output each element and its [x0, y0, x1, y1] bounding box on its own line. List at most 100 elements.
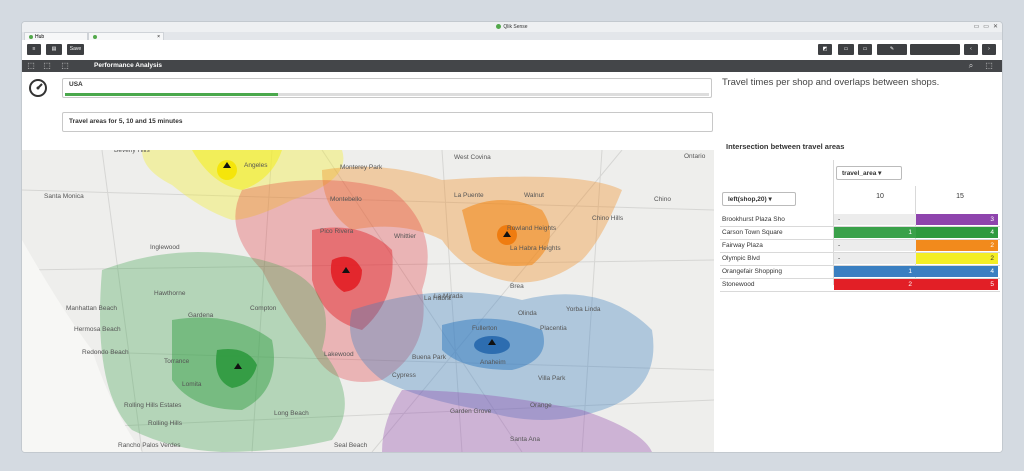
map-place-label: West Covina: [454, 154, 491, 161]
selection-fill: [65, 93, 278, 96]
map-place-label: Brea: [510, 283, 524, 290]
table-row[interactable]: Orangefair Shopping 1 4: [720, 266, 1000, 279]
cell-10[interactable]: 1: [834, 227, 916, 238]
qlik-logo-icon: [93, 34, 97, 39]
minimize-button[interactable]: ▭: [974, 23, 980, 30]
col-dimension-selector[interactable]: travel_area ▾: [836, 166, 902, 180]
map-place-label: Inglewood: [150, 244, 180, 251]
cell-10[interactable]: -: [834, 240, 916, 251]
map-place-label: Cypress: [392, 372, 416, 379]
window-title: Qlik Sense: [503, 24, 528, 30]
travel-area-filter[interactable]: Travel areas for 5, 10 and 15 minutes: [62, 112, 713, 132]
cell-10[interactable]: 2: [834, 279, 916, 290]
map-place-label: Pico Rivera: [320, 228, 354, 235]
travel-area-label: Travel areas for 5, 10 and 15 minutes: [69, 118, 183, 125]
cell-15[interactable]: 3: [916, 214, 998, 225]
map-place-label: Monterey Park: [340, 164, 383, 171]
map-chart[interactable]: Beverly Hills Angeles Monterey Park West Co…: [22, 150, 714, 452]
row-label[interactable]: Fairway Plaza: [722, 242, 830, 249]
prev-sheet-button[interactable]: ‹: [964, 44, 978, 55]
tab-hub[interactable]: Hub: [24, 32, 88, 40]
fullscreen-icon[interactable]: ⬚: [984, 61, 994, 71]
edit-button[interactable]: ✎: [877, 44, 907, 55]
map-place-label: Rolling Hills Estates: [124, 402, 182, 409]
cell-10[interactable]: -: [834, 214, 916, 225]
smart-search-icon[interactable]: ⬚: [26, 61, 36, 71]
filters-panel: USA Travel areas for 5, 10 and 15 minute…: [22, 72, 722, 150]
map-place-label: Santa Monica: [44, 193, 84, 200]
map-place-label: La Habra Heights: [510, 245, 561, 252]
cell-15[interactable]: 2: [916, 240, 998, 251]
country-filter-label: USA: [69, 81, 83, 88]
map-place-label: Buena Park: [412, 354, 446, 361]
selections-bar: ⬚ ⬚ ⬚ Performance Analysis ⌕ ⬚: [22, 60, 1002, 72]
close-button[interactable]: ✕: [993, 23, 998, 30]
map-place-label: Ontario: [684, 153, 706, 160]
sheet-selector[interactable]: [910, 44, 960, 55]
col-header-10: 10: [876, 193, 884, 200]
next-sheet-button[interactable]: ›: [982, 44, 996, 55]
map-place-label: Hermosa Beach: [74, 326, 121, 333]
map-place-label: Orange: [530, 402, 552, 409]
maximize-button[interactable]: ▭: [983, 23, 989, 30]
map-place-label: Montebello: [330, 196, 362, 203]
tab-app[interactable]: ×: [88, 32, 164, 40]
save-button[interactable]: Save: [67, 44, 84, 55]
map-place-label: Rancho Palos Verdes: [118, 442, 181, 449]
map-place-label: La Puente: [454, 192, 484, 199]
map-place-label: Rolling Hills: [148, 420, 182, 427]
tab-strip: Hub ×: [22, 32, 1002, 40]
table-row[interactable]: Fairway Plaza -2: [720, 240, 1000, 253]
menu-button[interactable]: ≡: [27, 44, 41, 55]
chevron-down-icon: ▾: [878, 170, 882, 177]
map-place-label: Lomita: [182, 381, 202, 388]
table-row[interactable]: Olympic Blvd -2: [720, 253, 1000, 266]
map-place-label: Santa Ana: [510, 436, 540, 443]
map-place-label: Garden Grove: [450, 408, 492, 415]
search-icon[interactable]: ⌕: [966, 61, 976, 71]
row-dimension-selector[interactable]: left(shop,20) ▾: [722, 192, 796, 206]
row-label[interactable]: Stonewood: [722, 281, 830, 288]
sheets-button[interactable]: ▤: [46, 44, 62, 55]
table-row[interactable]: Brookhurst Plaza Sho -3: [720, 214, 1000, 227]
map-place-label: La Mirada: [434, 293, 463, 300]
map-place-label: Chino: [654, 196, 671, 203]
map-place-label: Olinda: [518, 310, 537, 317]
app-window: Qlik Sense ▭ ▭ ✕ Hub × ≡ ▤ Save ◩ ▭ ▭ ✎ …: [22, 22, 1002, 452]
insights-button[interactable]: ◩: [818, 44, 832, 55]
row-label[interactable]: Orangefair Shopping: [722, 268, 830, 275]
map-place-label: Manhattan Beach: [66, 305, 117, 312]
cell-15[interactable]: 4: [916, 266, 998, 277]
cell-15[interactable]: 5: [916, 279, 998, 290]
map-place-label: Rowland Heights: [507, 225, 557, 232]
map-place-label: Lakewood: [324, 351, 354, 358]
clear-selections-icon[interactable]: ⬚: [60, 61, 70, 71]
bookmark-button[interactable]: ▭: [838, 44, 854, 55]
map-place-label: Seal Beach: [334, 442, 368, 449]
table-row[interactable]: Stonewood 2 5: [720, 279, 1000, 292]
sheet-title: Performance Analysis: [94, 62, 163, 69]
description-text: Travel times per shop and overlaps betwe…: [722, 77, 940, 88]
country-filter[interactable]: USA: [62, 78, 712, 98]
pivot-title: Intersection between travel areas: [726, 142, 845, 151]
step-back-icon[interactable]: ⬚: [42, 61, 52, 71]
map-place-label: Long Beach: [274, 410, 309, 417]
map-place-label: Compton: [250, 305, 277, 312]
map-place-label: Walnut: [524, 192, 544, 199]
row-label[interactable]: Brookhurst Plaza Sho: [722, 216, 830, 223]
pivot-rows: Brookhurst Plaza Sho -3 Carson Town Square…: [720, 214, 1000, 292]
cell-15[interactable]: 4: [916, 227, 998, 238]
cell-10[interactable]: 1: [834, 266, 916, 277]
row-label[interactable]: Carson Town Square: [722, 229, 830, 236]
toolbar: ≡ ▤ Save ◩ ▭ ▭ ✎ ‹ ›: [22, 40, 1002, 61]
map-place-label: Gardena: [188, 312, 214, 319]
cell-15[interactable]: 2: [916, 253, 998, 264]
table-row[interactable]: Carson Town Square 1 4: [720, 227, 1000, 240]
cell-10[interactable]: -: [834, 253, 916, 264]
map-place-label: Chino Hills: [592, 215, 624, 222]
col-header-15: 15: [956, 193, 964, 200]
map-place-label: Beverly Hills: [114, 150, 150, 154]
row-label[interactable]: Olympic Blvd: [722, 255, 830, 262]
qlik-logo-icon: [29, 34, 33, 39]
story-button[interactable]: ▭: [858, 44, 872, 55]
